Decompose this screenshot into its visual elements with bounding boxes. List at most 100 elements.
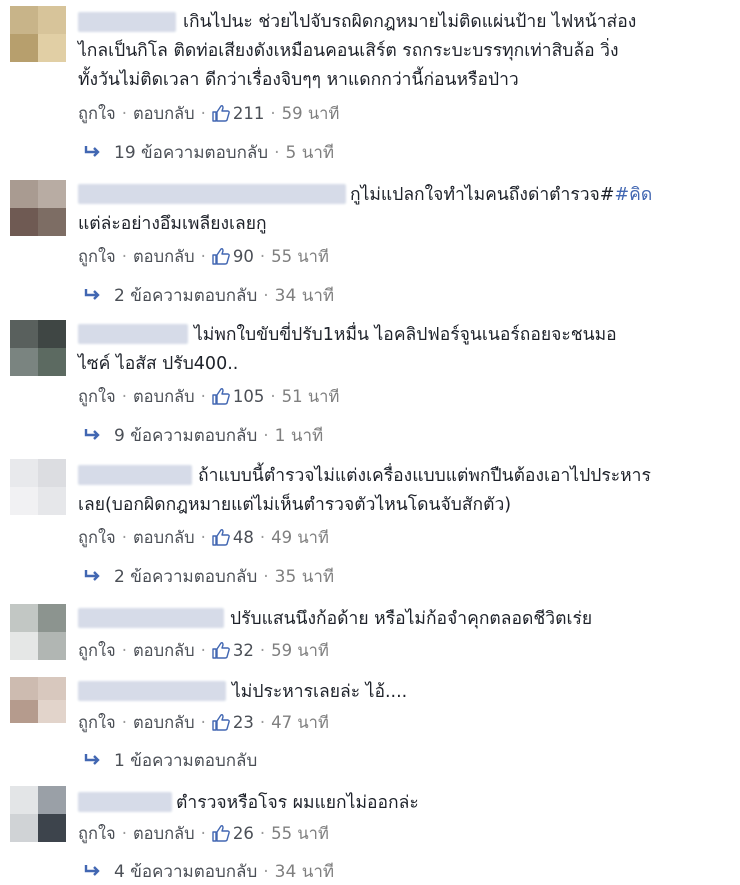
- hashtag-link[interactable]: #คิด: [614, 185, 652, 205]
- view-replies-link[interactable]: 1 ข้อความตอบกลับ: [84, 747, 257, 774]
- thumbs-up-icon[interactable]: [212, 247, 233, 266]
- avatar[interactable]: [10, 604, 66, 660]
- separator: ·: [200, 247, 206, 266]
- replies-count[interactable]: 4 ข้อความตอบกลับ: [114, 862, 257, 882]
- separator: ·: [200, 528, 206, 547]
- thumbs-up-icon[interactable]: [212, 528, 233, 547]
- separator: ·: [270, 104, 276, 123]
- view-replies-link[interactable]: 9 ข้อความตอบกลับ · 1 นาที: [84, 422, 323, 449]
- avatar[interactable]: [10, 320, 66, 376]
- replies-time: 1 นาที: [274, 426, 324, 446]
- view-replies-link[interactable]: 2 ข้อความตอบกลับ · 35 นาที: [84, 563, 334, 590]
- comment-actions: ถูกใจ · ตอบกลับ · 105 · 51 นาที: [78, 384, 339, 410]
- comment-time[interactable]: 59 นาที: [282, 104, 340, 123]
- separator: ·: [121, 713, 127, 732]
- reply-arrow-icon: [84, 865, 100, 876]
- reply-arrow-icon: [84, 570, 100, 581]
- comment-actions: ถูกใจ · ตอบกลับ · 211 · 59 นาที: [78, 101, 339, 127]
- separator: ·: [200, 104, 206, 123]
- comment-text: ไม่ประหารเลยล่ะ ไอ้....: [232, 682, 408, 702]
- like-link[interactable]: ถูกใจ: [78, 528, 116, 547]
- replies-time: 35 นาที: [274, 567, 335, 587]
- separator: ·: [263, 286, 269, 306]
- separator: ·: [121, 104, 127, 123]
- reply-link[interactable]: ตอบกลับ: [133, 824, 195, 843]
- like-count[interactable]: 48: [233, 528, 254, 547]
- like-link[interactable]: ถูกใจ: [78, 824, 116, 843]
- separator: ·: [263, 567, 269, 587]
- like-link[interactable]: ถูกใจ: [78, 247, 116, 266]
- separator: ·: [121, 387, 127, 406]
- comment-text: กูไม่แปลกใจทำไมคนถึงด่าตำรวจ##คิด แต่ล่ะ…: [78, 181, 722, 239]
- avatar[interactable]: [10, 459, 66, 515]
- reply-arrow-icon: [84, 289, 100, 300]
- comment-actions: ถูกใจ · ตอบกลับ · 90 · 55 นาที: [78, 244, 329, 270]
- avatar[interactable]: [10, 6, 66, 62]
- separator: ·: [200, 641, 206, 660]
- reply-link[interactable]: ตอบกลับ: [133, 528, 195, 547]
- separator: ·: [259, 713, 266, 732]
- like-count[interactable]: 26: [233, 824, 254, 843]
- reply-arrow-icon: [84, 146, 100, 157]
- comment-time[interactable]: 51 นาที: [282, 387, 340, 406]
- thumbs-up-icon[interactable]: [212, 713, 233, 732]
- like-count[interactable]: 211: [233, 104, 265, 123]
- avatar[interactable]: [10, 180, 66, 236]
- reply-arrow-icon: [84, 429, 100, 440]
- thumbs-up-icon[interactable]: [212, 641, 233, 660]
- reply-link[interactable]: ตอบกลับ: [133, 387, 195, 406]
- comment-time[interactable]: 47 นาที: [271, 713, 329, 732]
- like-count[interactable]: 90: [233, 247, 254, 266]
- replies-count[interactable]: 1 ข้อความตอบกลับ: [114, 751, 257, 771]
- separator: ·: [274, 143, 280, 163]
- comment-text: ถ้าแบบนี้ตำรวจไม่แต่งเครื่องแบบแต่พกปืนต…: [78, 466, 651, 515]
- separator: ·: [259, 824, 266, 843]
- comment-text: ตำรวจหรือโจร ผมแยกไม่ออกล่ะ: [176, 793, 419, 813]
- comment-text: เกินไปนะ ช่วยไปจับรถผิดกฎหมายไม่ติดแผ่นป…: [78, 12, 637, 90]
- separator: ·: [270, 387, 276, 406]
- like-link[interactable]: ถูกใจ: [78, 641, 116, 660]
- comment-time[interactable]: 49 นาที: [271, 528, 329, 547]
- replies-count[interactable]: 2 ข้อความตอบกลับ: [114, 286, 257, 306]
- thumbs-up-icon[interactable]: [212, 387, 233, 406]
- thumbs-up-icon[interactable]: [212, 104, 233, 123]
- replies-count[interactable]: 9 ข้อความตอบกลับ: [114, 426, 257, 446]
- separator: ·: [263, 426, 269, 446]
- thumbs-up-icon[interactable]: [212, 824, 233, 843]
- replies-time: 34 นาที: [274, 862, 335, 882]
- reply-link[interactable]: ตอบกลับ: [133, 641, 195, 660]
- like-count[interactable]: 23: [233, 713, 254, 732]
- separator: ·: [259, 247, 266, 266]
- reply-link[interactable]: ตอบกลับ: [133, 104, 195, 123]
- view-replies-link[interactable]: 2 ข้อความตอบกลับ · 34 นาที: [84, 282, 334, 309]
- separator: ·: [200, 387, 206, 406]
- comment-time[interactable]: 55 นาที: [271, 824, 329, 843]
- replies-count[interactable]: 19 ข้อความตอบกลับ: [114, 143, 268, 163]
- view-replies-link[interactable]: 19 ข้อความตอบกลับ · 5 นาที: [84, 139, 334, 166]
- avatar[interactable]: [10, 677, 66, 723]
- reply-link[interactable]: ตอบกลับ: [133, 713, 195, 732]
- comment-text: ปรับแสนนึงก้อด้าย หรือไม่ก้อจำคุกตลอดชีว…: [230, 609, 593, 629]
- comment-actions: ถูกใจ · ตอบกลับ · 23 · 47 นาที: [78, 710, 329, 736]
- like-link[interactable]: ถูกใจ: [78, 387, 116, 406]
- comment-text-part: แต่ล่ะอย่างอึมเพลียงเลยกู: [78, 214, 267, 234]
- reply-link[interactable]: ตอบกลับ: [133, 247, 195, 266]
- like-link[interactable]: ถูกใจ: [78, 104, 116, 123]
- separator: ·: [263, 862, 269, 882]
- like-count[interactable]: 105: [233, 387, 265, 406]
- reply-arrow-icon: [84, 754, 100, 765]
- separator: ·: [200, 713, 206, 732]
- separator: ·: [121, 247, 127, 266]
- replies-time: 5 นาที: [285, 143, 335, 163]
- like-count[interactable]: 32: [233, 641, 254, 660]
- separator: ·: [121, 528, 127, 547]
- comment-time[interactable]: 59 นาที: [271, 641, 329, 660]
- avatar[interactable]: [10, 786, 66, 842]
- replies-time: 34 นาที: [274, 286, 335, 306]
- comment-text: ไม่พกใบขับขี่ปรับ1หมื่น ไอคลิปฟอร์จูนเนอ…: [78, 325, 617, 374]
- separator: ·: [259, 528, 266, 547]
- replies-count[interactable]: 2 ข้อความตอบกลับ: [114, 567, 257, 587]
- like-link[interactable]: ถูกใจ: [78, 713, 116, 732]
- comment-actions: ถูกใจ · ตอบกลับ · 32 · 59 นาที: [78, 638, 329, 664]
- comment-time[interactable]: 55 นาที: [271, 247, 329, 266]
